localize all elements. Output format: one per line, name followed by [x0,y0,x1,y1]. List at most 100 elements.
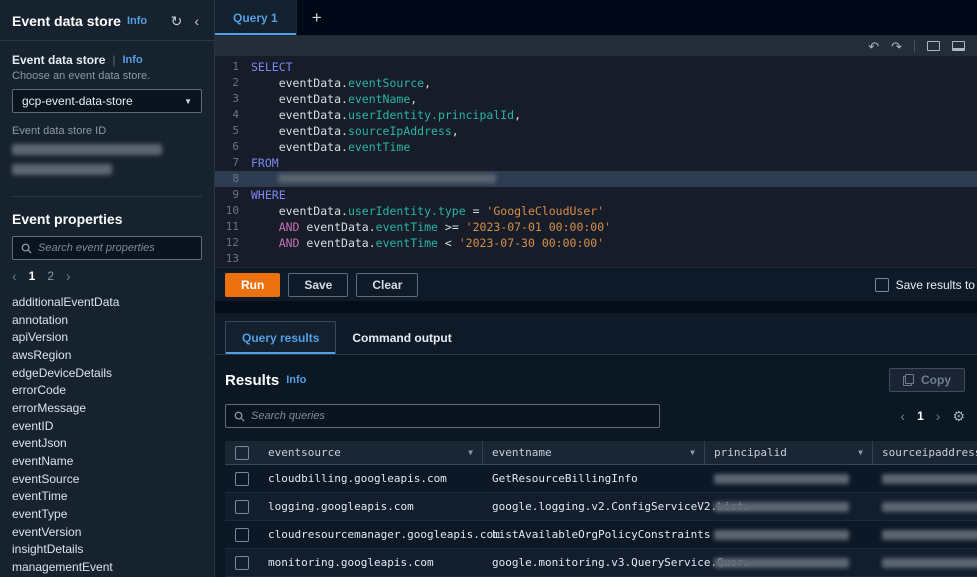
row-checkbox[interactable] [235,527,249,542]
tab-query-results[interactable]: Query results [225,321,337,354]
event-property-item[interactable]: managementEvent [12,558,202,576]
table-row[interactable]: cloudbilling.googleapis.com GetResourceBi… [225,465,977,493]
event-properties-list: additionalEventData annotation apiVersion a… [12,293,202,576]
next-page-icon[interactable]: › [66,269,71,283]
column-label: sourceipaddress [882,446,977,459]
redacted-value [714,501,849,512]
run-button[interactable]: Run [225,272,281,297]
keyboard-shortcuts-icon[interactable] [927,41,940,51]
results-table-body: cloudbilling.googleapis.com GetResourceBi… [225,465,977,577]
code-line[interactable]: 6 eventData.eventTime [215,139,977,155]
properties-search-input[interactable] [38,242,193,254]
toolbar-separator [914,40,915,52]
code-line[interactable]: 7 FROM [215,155,977,171]
sort-caret-icon[interactable]: ▼ [690,448,695,457]
sort-caret-icon[interactable]: ▼ [858,448,863,457]
event-property-item[interactable]: eventJson [12,435,202,453]
code-lines: 1 SELECT 2 eventData.eventSource, 3 eventDa… [215,59,977,267]
refresh-icon[interactable]: ↻ [168,14,186,28]
prev-page-icon[interactable]: ‹ [900,409,905,423]
table-row[interactable]: logging.googleapis.com google.logging.v2.… [225,493,977,521]
cell-redacted-sourceipaddress [873,549,977,576]
copy-button[interactable]: Copy [889,368,965,392]
event-property-item[interactable]: eventVersion [12,523,202,541]
row-checkbox[interactable] [235,499,249,514]
event-properties-title: Event properties [12,211,123,227]
store-info-link[interactable]: Info [123,54,143,66]
table-row[interactable]: cloudresourcemanager.googleapis.com ListA… [225,521,977,549]
save-button[interactable]: Save [288,272,349,297]
select-all-checkbox[interactable] [235,445,249,460]
results-search-box [225,404,660,428]
code-text: eventData.userIdentity.type = 'GoogleClo… [251,204,605,218]
row-checkbox[interactable] [235,471,249,486]
line-number: 12 [225,236,239,249]
cell-redacted-principalid [705,493,873,520]
event-property-item[interactable]: edgeDeviceDetails [12,364,202,382]
store-label: Event data store [12,53,106,67]
event-property-item[interactable]: eventType [12,505,202,523]
new-query-tab-button[interactable]: + [297,0,337,35]
code-line[interactable]: 5 eventData.sourceIpAddress, [215,123,977,139]
event-property-item[interactable]: eventTime [12,488,202,506]
event-property-item[interactable]: eventSource [12,470,202,488]
query-tabstrip: Query 1 + [215,0,977,36]
page-number[interactable]: 1 [917,409,924,423]
sql-code-editor[interactable]: 1 SELECT 2 eventData.eventSource, 3 eventDa… [215,56,977,267]
event-property-item[interactable]: errorMessage [12,399,202,417]
prev-page-icon[interactable]: ‹ [12,269,17,283]
collapse-panel-icon[interactable]: ‹ [191,14,202,28]
editor-preferences-icon[interactable] [952,41,965,51]
s3-checkbox-label: Save results to S3 [895,277,977,292]
tab-query-1[interactable]: Query 1 [215,0,297,35]
code-line[interactable]: 3 eventData.eventName, [215,91,977,107]
event-property-item[interactable]: insightDetails [12,541,202,559]
page-number[interactable]: 2 [47,269,54,283]
code-line[interactable]: 8 [215,171,977,187]
store-selector-section: Event data store | Info Choose an event … [0,41,214,197]
column-header-sourceipaddress[interactable]: sourceipaddress▼ [873,441,977,464]
next-page-icon[interactable]: › [936,409,941,423]
table-row[interactable]: monitoring.googleapis.com google.monitori… [225,549,977,577]
event-property-item[interactable]: additionalEventData [12,293,202,311]
event-data-store-select[interactable]: gcp-event-data-store ▼ [12,89,202,113]
redo-icon[interactable]: ↷ [891,40,902,53]
column-header-eventname[interactable]: eventname ▼ [483,441,705,464]
code-line[interactable]: 12 AND eventData.eventTime < '2023-07-30… [215,235,977,251]
results-info-link[interactable]: Info [286,374,306,386]
sort-caret-icon[interactable]: ▼ [468,448,473,457]
row-checkbox[interactable] [235,555,249,570]
s3-checkbox[interactable] [874,277,889,292]
code-line[interactable]: 11 AND eventData.eventTime >= '2023-07-0… [215,219,977,235]
event-property-item[interactable]: annotation [12,311,202,329]
clear-button[interactable]: Clear [356,272,419,297]
panel-info-link[interactable]: Info [127,15,147,27]
event-property-item[interactable]: awsRegion [12,346,202,364]
page-number[interactable]: 1 [29,269,36,283]
code-line[interactable]: 9 WHERE [215,187,977,203]
redacted-value [714,473,849,484]
code-line[interactable]: 1 SELECT [215,59,977,75]
event-property-item[interactable]: eventID [12,417,202,435]
undo-icon[interactable]: ↶ [868,40,879,53]
tab-label: Command output [352,331,452,345]
code-text: WHERE [251,188,286,202]
tab-label: Query results [242,331,320,345]
column-header-eventsource[interactable]: eventsource ▼ [259,441,483,464]
code-line[interactable]: 13 [215,251,977,267]
store-id-label: Event data store ID [12,125,107,137]
code-line[interactable]: 2 eventData.eventSource, [215,75,977,91]
event-property-item[interactable]: eventName [12,452,202,470]
tab-command-output[interactable]: Command output [336,322,467,354]
cell-redacted-sourceipaddress [873,521,977,548]
table-preferences-gear-icon[interactable]: ⚙ [952,408,965,425]
event-property-item[interactable]: apiVersion [12,328,202,346]
code-line[interactable]: 10 eventData.userIdentity.type = 'Google… [215,203,977,219]
redacted-store-id-line1 [12,144,162,155]
row-checkbox-cell [225,527,259,542]
results-search-input[interactable] [251,410,651,422]
column-header-principalid[interactable]: principalid ▼ [705,441,873,464]
event-property-item[interactable]: errorCode [12,381,202,399]
code-line[interactable]: 4 eventData.userIdentity.principalId, [215,107,977,123]
cell-eventsource: cloudbilling.googleapis.com [268,472,447,485]
